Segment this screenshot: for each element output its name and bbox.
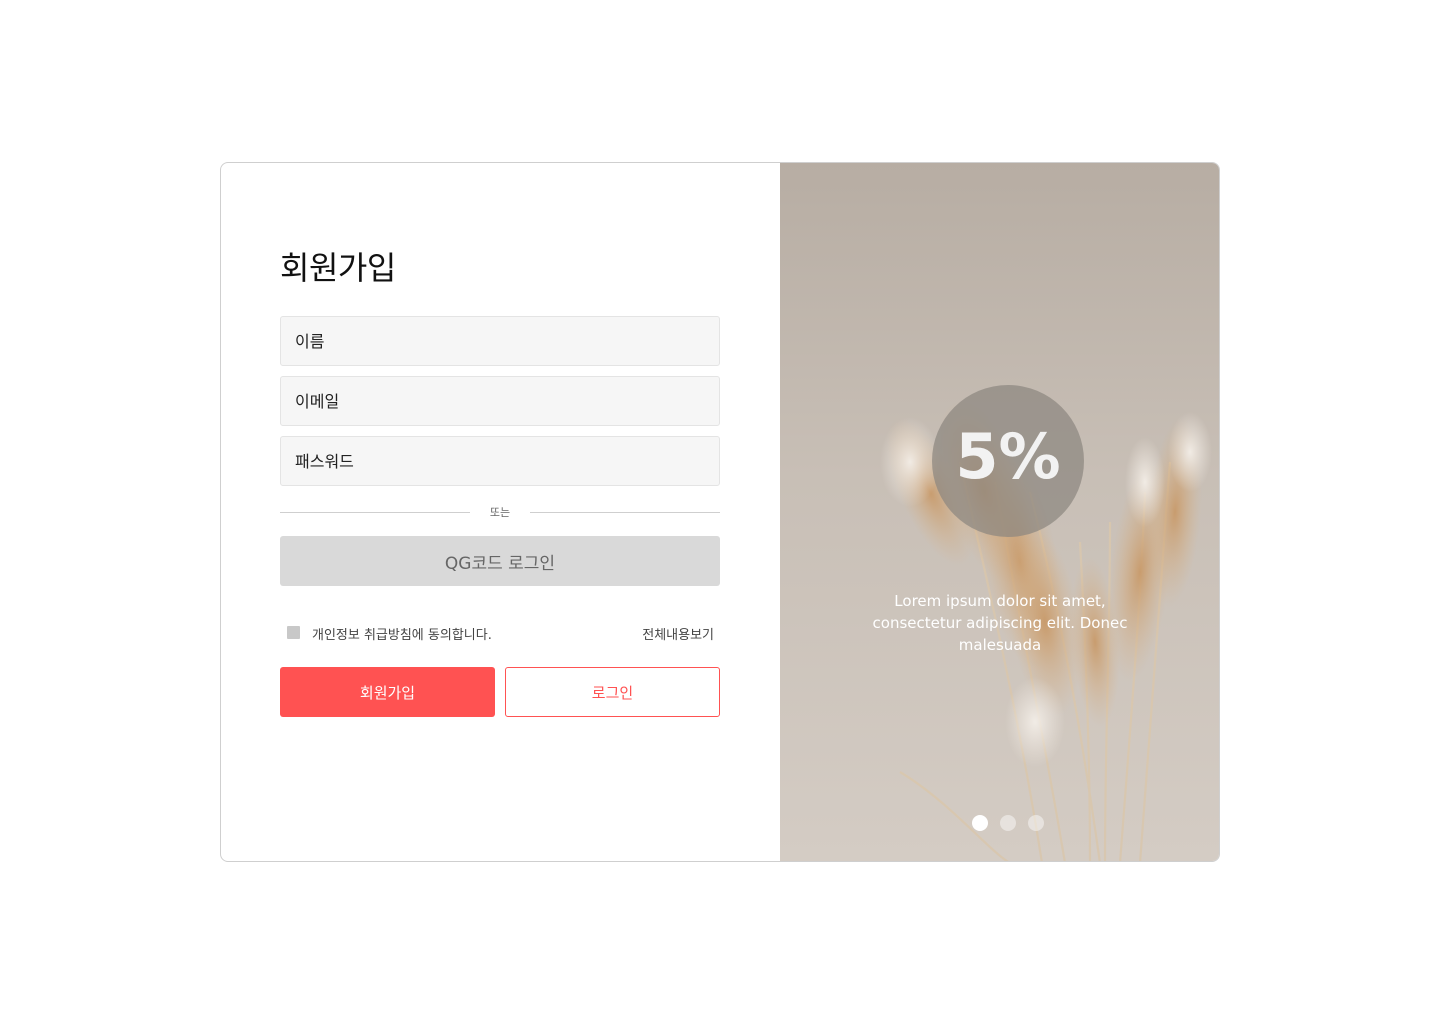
- password-input[interactable]: [280, 436, 720, 486]
- promo-image-panel: 5% Lorem ipsum dolor sit amet, consectet…: [780, 163, 1219, 861]
- privacy-agree-label: 개인정보 취급방침에 동의합니다.: [312, 628, 492, 643]
- qr-login-button[interactable]: QG코드 로그인: [280, 536, 720, 586]
- discount-badge-text: 5%: [955, 420, 1061, 493]
- login-button[interactable]: 로그인: [505, 667, 720, 717]
- signup-form: 회원가입 또는 QG코드 로그인 개인정보 취급방침에 동의합니다. 전체내용보…: [221, 163, 781, 861]
- carousel-dot-1[interactable]: [972, 815, 988, 831]
- privacy-checkbox[interactable]: [287, 626, 300, 639]
- signup-button[interactable]: 회원가입: [280, 667, 495, 717]
- promo-caption: Lorem ipsum dolor sit amet, consectetur …: [872, 592, 1128, 654]
- carousel-dot-3[interactable]: [1028, 815, 1044, 831]
- carousel-dot-2[interactable]: [1000, 815, 1016, 831]
- view-all-link[interactable]: 전체내용보기: [642, 624, 714, 643]
- name-input[interactable]: [280, 316, 720, 366]
- page-title: 회원가입: [280, 249, 396, 287]
- or-divider: 또는: [280, 502, 720, 522]
- privacy-agree-row: 개인정보 취급방침에 동의합니다. 전체내용보기: [280, 622, 720, 644]
- email-input[interactable]: [280, 376, 720, 426]
- divider-line-right: [530, 512, 720, 513]
- signup-card: 회원가입 또는 QG코드 로그인 개인정보 취급방침에 동의합니다. 전체내용보…: [220, 162, 1220, 862]
